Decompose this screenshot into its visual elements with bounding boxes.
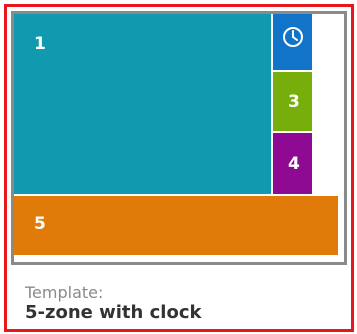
zone-4-label: 4 xyxy=(288,154,300,174)
zone-5-label: 5 xyxy=(34,214,46,234)
clock-zone xyxy=(273,14,312,70)
template-name: 5-zone with clock xyxy=(25,302,202,323)
zone-1-label: 1 xyxy=(34,34,46,54)
zone-3: 3 xyxy=(273,72,312,131)
zone-4: 4 xyxy=(273,133,312,194)
template-label: Template: xyxy=(25,283,104,302)
zone-3-label: 3 xyxy=(288,92,300,112)
layout-preview: 1 3 4 5 xyxy=(11,11,347,265)
zone-5: 5 xyxy=(14,196,338,255)
zone-1: 1 xyxy=(14,14,271,194)
clock-icon xyxy=(283,27,303,47)
